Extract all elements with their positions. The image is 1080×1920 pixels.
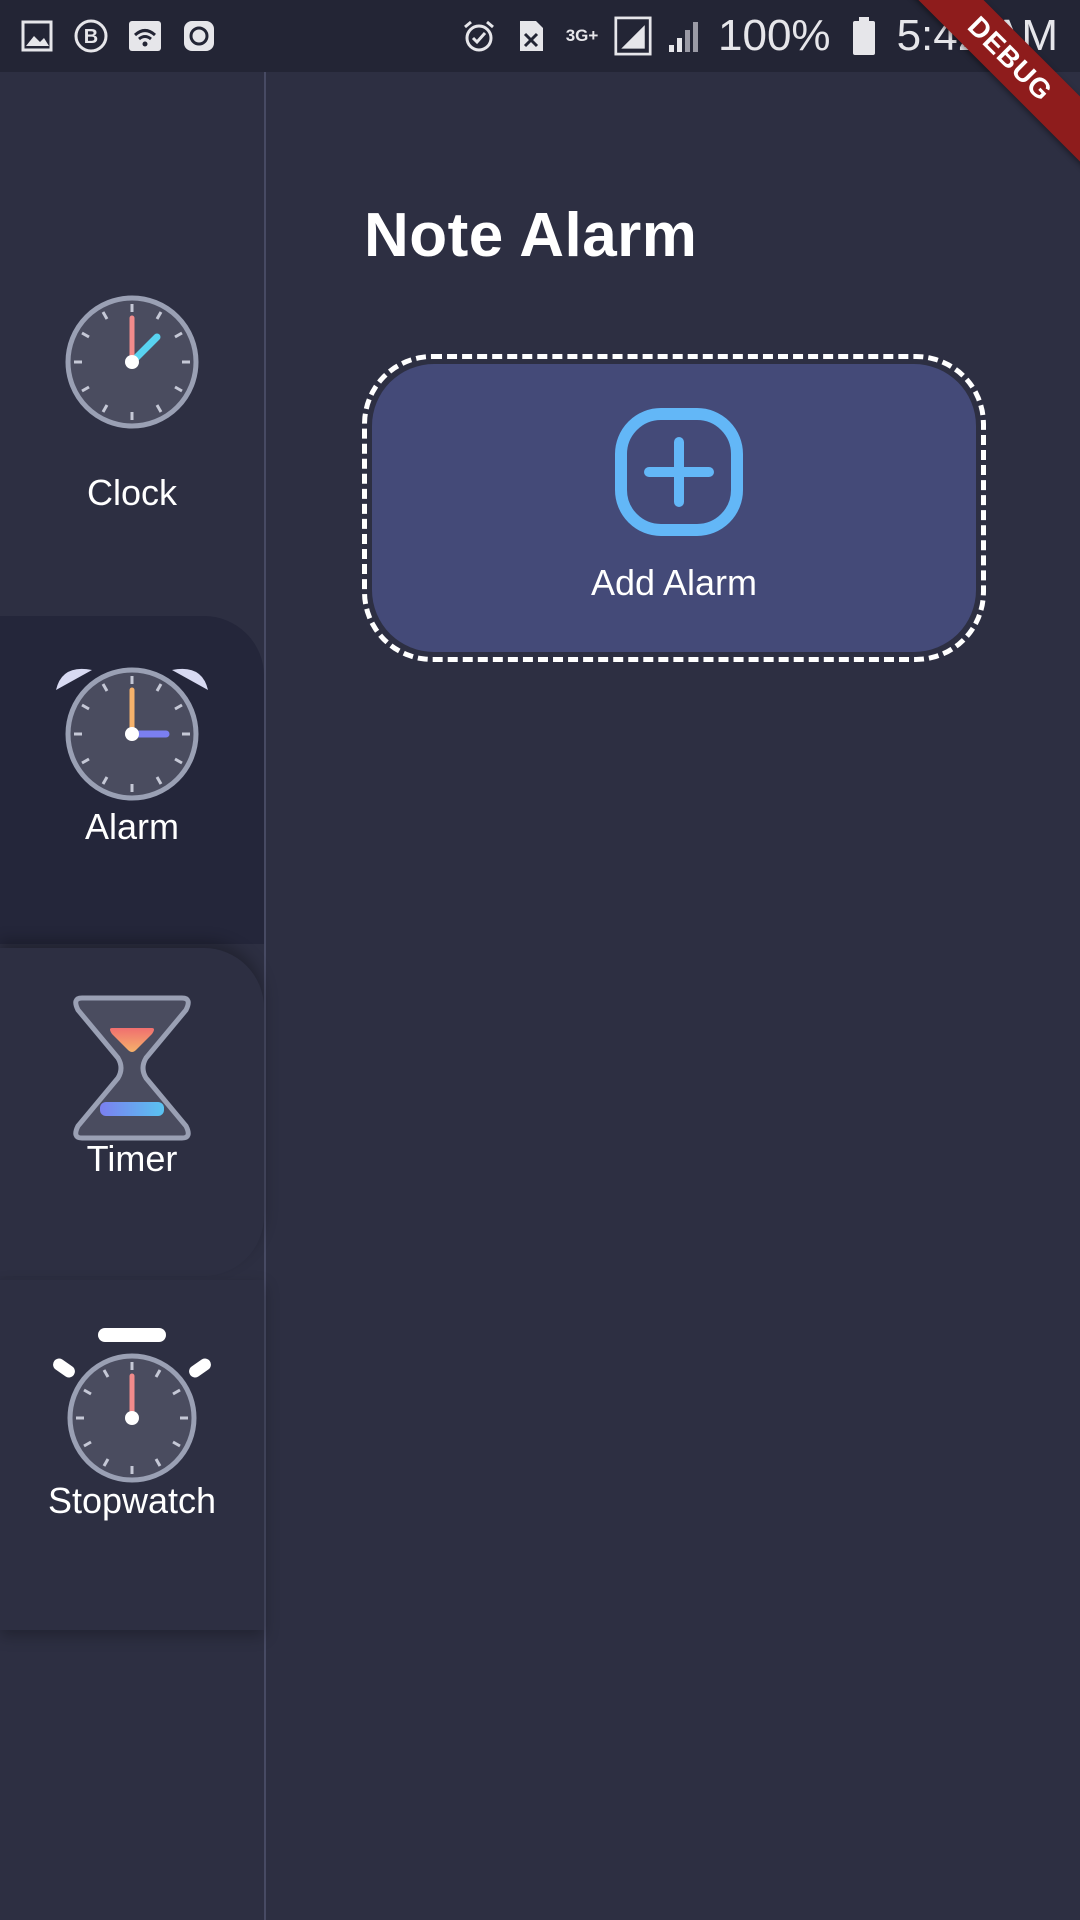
app-icon xyxy=(180,17,218,55)
plus-square-icon xyxy=(615,408,743,536)
sidebar-item-label: Stopwatch xyxy=(47,1480,217,1521)
sidebar-item-label: Alarm xyxy=(84,806,179,847)
battery-icon xyxy=(845,17,883,55)
add-alarm-button[interactable]: Add Alarm xyxy=(362,354,986,662)
sidebar-item-timer[interactable]: Timer xyxy=(0,948,264,1276)
wifi-icon xyxy=(126,17,164,55)
image-icon xyxy=(18,17,56,55)
sidebar-item-alarm[interactable]: Alarm xyxy=(0,616,264,944)
status-bar: B 3G+ 100% 5:42 AM xyxy=(0,0,1080,72)
sim-icon xyxy=(512,17,550,55)
signal-icon-2 xyxy=(666,17,704,55)
page-title: Note Alarm xyxy=(364,201,698,270)
alarm-clock-icon xyxy=(52,652,212,812)
sidebar-nav: Clock Alarm Timer Stopwatch xyxy=(0,72,266,1920)
stopwatch-icon xyxy=(52,1326,212,1486)
sidebar-item-clock[interactable]: Clock xyxy=(0,282,264,610)
battery-percent: 100% xyxy=(718,11,831,60)
add-alarm-label: Add Alarm xyxy=(590,562,758,603)
sidebar-item-stopwatch[interactable]: Stopwatch xyxy=(0,1280,264,1630)
hourglass-icon xyxy=(52,988,212,1148)
status-bar-left: B xyxy=(18,14,218,58)
main-content: Note Alarm Add Alarm xyxy=(266,72,1080,1920)
sidebar-item-label: Timer xyxy=(86,1138,178,1179)
signal-icon xyxy=(614,16,652,56)
network-type-label: 3G+ xyxy=(565,26,599,45)
b-badge-icon: B xyxy=(72,17,110,55)
alarm-status-icon xyxy=(460,17,498,55)
add-alarm-card: Add Alarm xyxy=(372,364,976,652)
svg-text:B: B xyxy=(84,26,98,48)
sidebar-item-label: Clock xyxy=(86,472,178,513)
clock-icon xyxy=(52,282,212,442)
